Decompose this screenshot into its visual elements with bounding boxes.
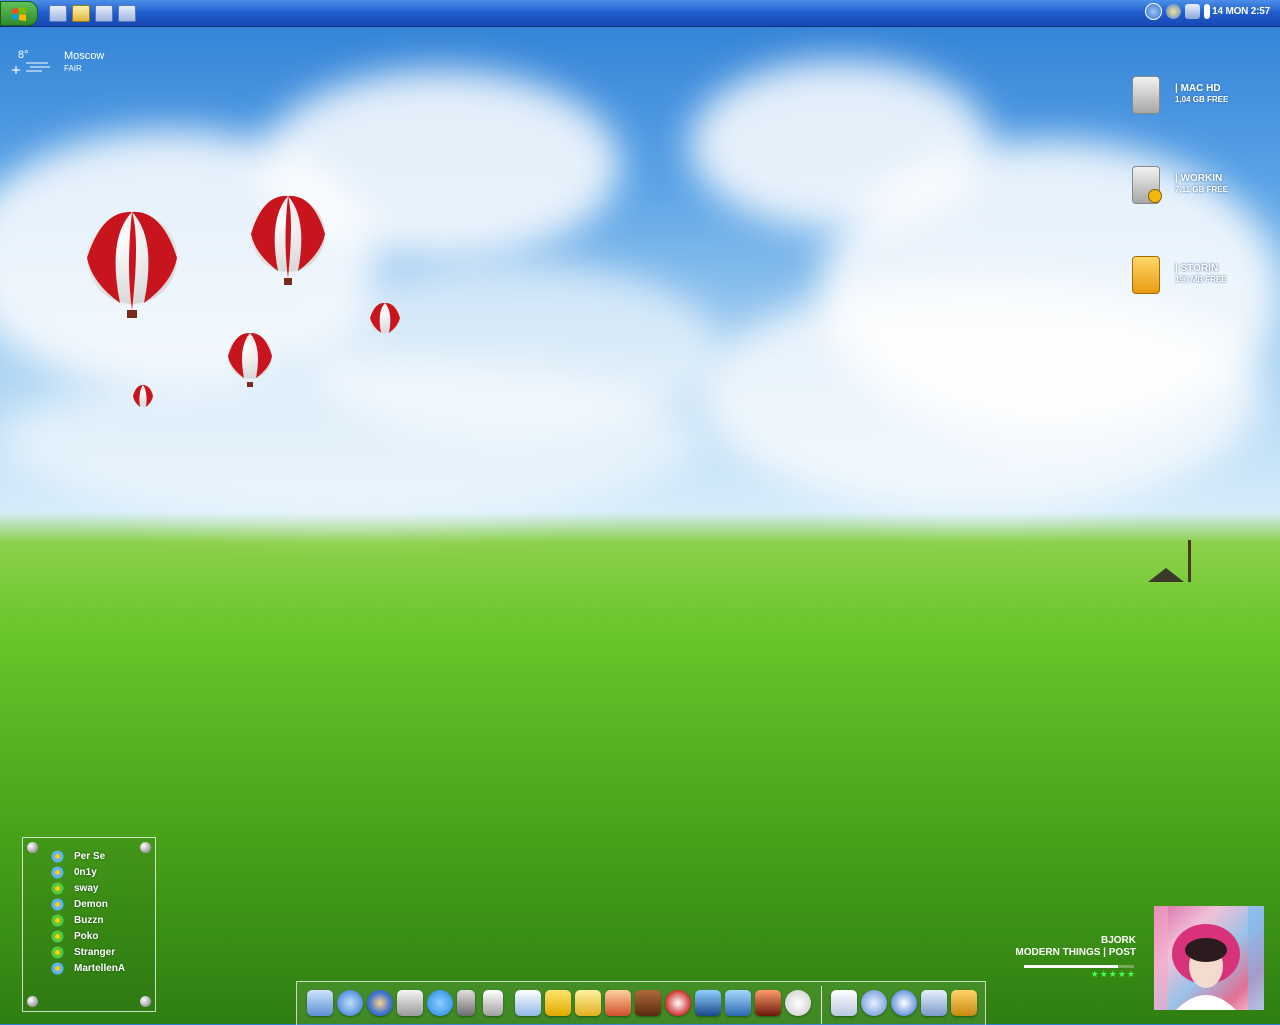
update-icon[interactable] [891, 990, 917, 1016]
wallpaper [0, 0, 1280, 1024]
weather-condition: FAIR [64, 64, 82, 73]
balloon-large [87, 211, 177, 318]
drive-storin[interactable]: | STORIN 196 MB FREE [1130, 256, 1270, 296]
usb-drive-icon [1132, 256, 1160, 294]
contact-item[interactable]: Demon [51, 896, 108, 912]
balloon-tiny-left [133, 385, 153, 407]
tree [1188, 540, 1191, 582]
ghost-icon[interactable] [785, 990, 811, 1016]
drive-free: 7,11 GB FREE [1175, 185, 1228, 194]
pen-icon[interactable] [605, 990, 631, 1016]
browser-icon[interactable] [367, 990, 393, 1016]
hard-drive-icon [1132, 166, 1162, 204]
system-tray [1145, 3, 1210, 20]
contact-name: Demon [74, 898, 108, 910]
now-playing-progress[interactable] [1024, 965, 1134, 968]
balloon-medium [251, 195, 325, 285]
tools-icon[interactable] [483, 990, 503, 1016]
drive-workin[interactable]: | WORKIN 7,11 GB FREE [1130, 166, 1270, 206]
wind-icon [12, 62, 50, 74]
media-player-icon[interactable] [665, 990, 691, 1016]
archive-icon[interactable] [921, 990, 947, 1016]
icq-flower-icon [51, 946, 64, 959]
contact-list-widget: Per Se 0n1y sway Demon Buzzn Poko Strang… [22, 837, 156, 1012]
drive-name: | MAC HD [1175, 83, 1221, 94]
photo-icon[interactable] [397, 990, 423, 1016]
taskbar: 14 MON 2:57 [0, 0, 1280, 27]
chat-icon[interactable] [427, 990, 453, 1016]
now-playing-artist: BJORK [1100, 935, 1136, 946]
contact-item[interactable]: sway [51, 880, 98, 896]
finder-icon[interactable] [307, 990, 333, 1016]
network-icon[interactable] [1166, 4, 1181, 19]
icq-flower-icon [51, 914, 64, 927]
mail-icon[interactable] [515, 990, 541, 1016]
contact-name: MartellenA [74, 962, 126, 974]
windows-flag-icon [12, 6, 26, 21]
screw-icon [27, 996, 38, 1007]
balloon-small [228, 332, 272, 387]
balloons [87, 195, 400, 407]
contact-name: Poko [74, 930, 99, 942]
contact-item[interactable]: Per Se [51, 848, 105, 864]
drive-free: 196 MB FREE [1175, 275, 1227, 284]
notes-icon[interactable] [575, 990, 601, 1016]
display-icon[interactable] [1185, 4, 1200, 19]
balloon-tiny-right [370, 302, 400, 333]
start-button[interactable] [0, 1, 38, 26]
icq-flower-icon [51, 930, 64, 943]
now-playing-track: MODERN THINGS | POST [1015, 947, 1136, 958]
contact-item[interactable]: MartellenA [51, 960, 125, 976]
explorer-icon[interactable] [95, 5, 113, 22]
contact-name: 0n1y [74, 866, 97, 878]
hard-drive-icon [1132, 76, 1160, 114]
skype-icon[interactable] [545, 990, 571, 1016]
book-icon[interactable] [635, 990, 661, 1016]
contact-item[interactable]: Buzzn [51, 912, 103, 928]
contact-name: sway [74, 882, 99, 894]
contact-item[interactable]: Stranger [51, 944, 115, 960]
icq-flower-icon [51, 866, 64, 879]
screw-icon [140, 842, 151, 853]
screw-icon [140, 996, 151, 1007]
back-arrow-icon[interactable] [1145, 3, 1162, 20]
photo-editor-icon[interactable] [755, 990, 781, 1016]
icq-flower-icon [51, 850, 64, 863]
dock-separator [821, 986, 822, 1024]
drive-mac-hd[interactable]: | MAC HD 1,04 GB FREE [1130, 76, 1270, 116]
volume-icon[interactable] [1204, 4, 1210, 19]
contact-item[interactable]: Poko [51, 928, 98, 944]
network-icon[interactable] [337, 990, 363, 1016]
icq-flower-icon [51, 898, 64, 911]
contact-name: Stranger [74, 946, 116, 958]
search-icon[interactable] [861, 990, 887, 1016]
icq-flower-icon [51, 882, 64, 895]
desktop-icon[interactable] [118, 5, 136, 22]
movie-icon[interactable] [695, 990, 721, 1016]
server-icon[interactable] [457, 990, 475, 1016]
text-edit-icon[interactable] [831, 990, 857, 1016]
dock [296, 981, 986, 1025]
contact-item[interactable]: 0n1y [51, 864, 97, 880]
computer-icon[interactable] [49, 5, 67, 22]
screw-icon [27, 842, 38, 853]
drive-free: 1,04 GB FREE [1175, 95, 1229, 104]
contact-name: Per Se [74, 850, 106, 862]
clock[interactable]: 14 MON 2:57 [1212, 6, 1270, 17]
weather-city: Moscow [64, 50, 105, 62]
contact-name: Buzzn [74, 914, 104, 926]
progress-fill [1024, 965, 1118, 968]
drive-name: | STORIN [1175, 263, 1219, 274]
warning-icon [1148, 189, 1162, 203]
drive-name: | WORKIN [1175, 173, 1223, 184]
box-icon[interactable] [951, 990, 977, 1016]
album-art[interactable] [1154, 906, 1264, 1010]
tent-shape [1148, 568, 1184, 582]
album-cover-portrait [1154, 906, 1264, 1010]
documents-icon[interactable] [72, 5, 90, 22]
icq-flower-icon [51, 962, 64, 975]
phone-icon[interactable] [725, 990, 751, 1016]
rating-stars[interactable]: ★★★★★ [1060, 969, 1136, 980]
